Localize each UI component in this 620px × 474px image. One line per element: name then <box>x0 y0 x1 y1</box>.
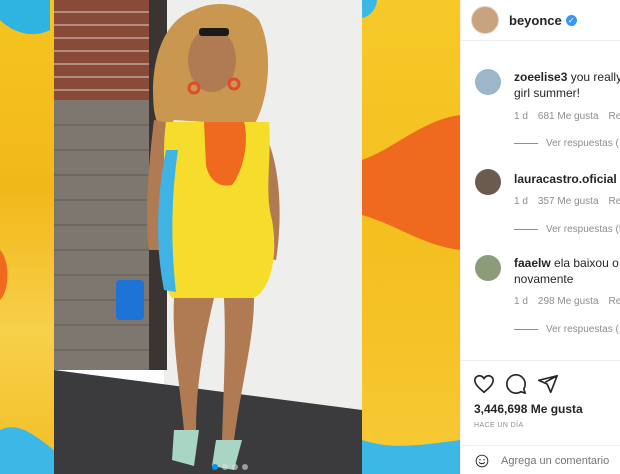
author-avatar[interactable] <box>471 6 499 34</box>
carousel-dot[interactable] <box>232 464 238 470</box>
view-replies-button[interactable]: Ver respuestas (16 <box>514 138 620 149</box>
commenter-username[interactable]: zoeelise3 <box>514 70 567 84</box>
comment-text: lauracastro.oficial ✓ <box>514 171 620 187</box>
right-side-panel <box>362 0 460 474</box>
comment-text: zoeelise3 you really h <box>514 69 620 85</box>
comment-likes[interactable]: 681 Me gusta <box>538 111 599 122</box>
post-sidebar: beyonce ✓ zoeelise3 you really h girl su… <box>460 0 620 474</box>
comments-list[interactable]: zoeelise3 you really h girl summer! 1 d 6… <box>461 41 620 359</box>
view-replies-label: Ver respuestas (55 <box>546 224 620 235</box>
left-side-panel <box>0 0 54 474</box>
reply-button[interactable]: Resp <box>609 196 620 207</box>
left-panel-art <box>0 0 54 474</box>
commenter-username[interactable]: faaelw <box>514 256 551 270</box>
carousel-dot[interactable] <box>212 464 218 470</box>
comment-input[interactable] <box>501 455 620 467</box>
view-replies-button[interactable]: Ver respuestas (1 <box>514 324 620 335</box>
commenter-avatar[interactable] <box>475 169 501 195</box>
view-replies-label: Ver respuestas (16 <box>546 138 620 149</box>
carousel-dot[interactable] <box>242 464 248 470</box>
emoji-icon[interactable] <box>475 451 489 471</box>
comment-meta: 1 d 357 Me gusta Resp <box>514 196 620 207</box>
photo-illustration <box>54 0 362 474</box>
reply-button[interactable]: Resp <box>609 296 620 307</box>
heart-icon[interactable] <box>473 373 495 395</box>
comment-time: 1 d <box>514 296 528 307</box>
carousel-indicator <box>0 464 460 470</box>
comment-likes[interactable]: 357 Me gusta <box>538 196 599 207</box>
view-replies-button[interactable]: Ver respuestas (55 <box>514 224 620 235</box>
post-photo[interactable] <box>54 0 362 474</box>
comment-body: ela baixou o p <box>554 256 620 270</box>
post-timestamp[interactable]: HACE UN DÍA <box>474 422 524 429</box>
comment-meta: 1 d 298 Me gusta Resp <box>514 296 620 307</box>
comment-text: faaelw ela baixou o p <box>514 255 620 271</box>
commenter-avatar[interactable] <box>475 69 501 95</box>
comment-text-continued: girl summer! <box>514 86 581 100</box>
share-icon[interactable] <box>537 373 559 395</box>
view-replies-label: Ver respuestas (1 <box>546 324 620 335</box>
commenter-username[interactable]: lauracastro.oficial <box>514 172 617 186</box>
add-comment-bar <box>461 445 620 474</box>
reply-button[interactable]: Respo <box>609 111 620 122</box>
comment-icon[interactable] <box>505 373 527 395</box>
comment-likes[interactable]: 298 Me gusta <box>538 296 599 307</box>
right-panel-art <box>362 0 460 474</box>
comment-time: 1 d <box>514 196 528 207</box>
action-icons <box>473 373 559 395</box>
carousel-dot[interactable] <box>222 464 228 470</box>
likes-count[interactable]: 3,446,698 Me gusta <box>474 402 583 416</box>
commenter-avatar[interactable] <box>475 255 501 281</box>
comment-body: you really h <box>570 70 620 84</box>
comment-text-continued: novamente <box>514 272 574 286</box>
verified-badge-icon: ✓ <box>565 14 577 26</box>
post-actions: 3,446,698 Me gusta HACE UN DÍA <box>461 360 620 474</box>
comment-time: 1 d <box>514 111 528 122</box>
post-media[interactable] <box>0 0 460 474</box>
comment-meta: 1 d 681 Me gusta Respo <box>514 111 620 122</box>
post-header: beyonce ✓ <box>461 0 620 41</box>
author-username[interactable]: beyonce <box>509 13 562 28</box>
